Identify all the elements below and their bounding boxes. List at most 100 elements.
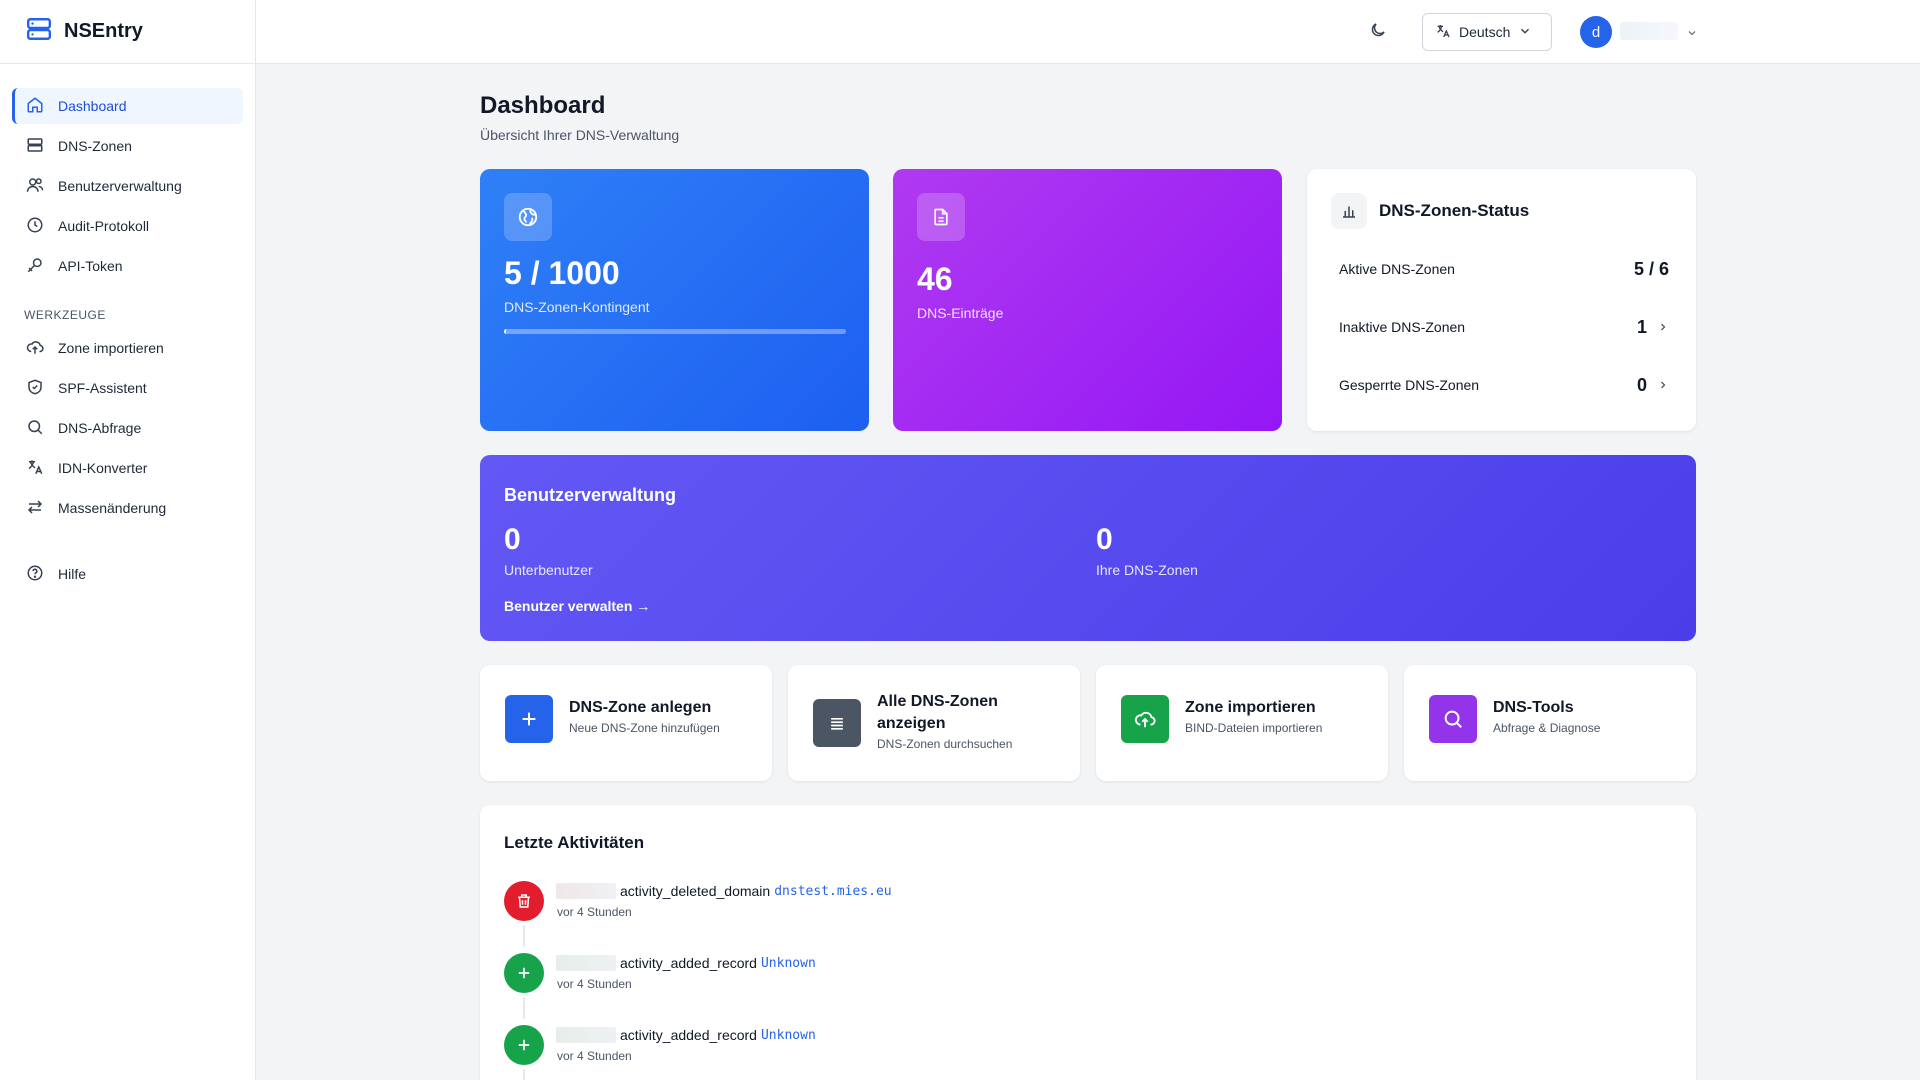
zone-status-card: DNS-Zonen-Status Aktive DNS-Zonen 5 / 6 … <box>1307 169 1696 431</box>
sidebar-item-dns-lookup[interactable]: DNS-Abfrage <box>12 410 243 446</box>
user-name-redacted <box>556 883 616 899</box>
sidebar-item-label: SPF-Assistent <box>58 380 147 396</box>
sidebar-item-label: DNS-Zonen <box>58 138 132 154</box>
sidebar-item-label: DNS-Abfrage <box>58 420 142 436</box>
zone-quota-label: DNS-Zonen-Kontingent <box>504 299 650 315</box>
sidebar-item-zone-import[interactable]: Zone importieren <box>12 330 243 366</box>
theme-toggle-button[interactable] <box>1364 18 1392 46</box>
home-icon <box>26 96 44 117</box>
sidebar-item-label: IDN-Konverter <box>58 460 148 476</box>
search-icon <box>26 418 44 439</box>
zone-quota-progress-fill <box>504 329 506 334</box>
server-icon <box>26 136 44 157</box>
action-subtitle: Neue DNS-Zone hinzufügen <box>569 721 720 735</box>
action-title: DNS-Tools <box>1493 699 1574 716</box>
action-list-zones[interactable]: Alle DNS-Zonen anzeigen DNS-Zonen durchs… <box>788 665 1080 781</box>
subusers-label: Unterbenutzer <box>504 562 593 578</box>
own-zones-label: Ihre DNS-Zonen <box>1096 562 1198 578</box>
translate-icon <box>1435 23 1451 42</box>
users-icon <box>26 176 44 197</box>
plus-icon <box>504 953 544 993</box>
action-import-zone[interactable]: Zone importieren BIND-Dateien importiere… <box>1096 665 1388 781</box>
plus-icon <box>505 695 553 743</box>
sidebar-item-audit-log[interactable]: Audit-Protokoll <box>12 208 243 244</box>
main-nav: Dashboard DNS-Zonen Benutzerverwaltung A… <box>0 64 255 592</box>
user-management-title: Benutzerverwaltung <box>504 485 677 505</box>
clock-icon <box>26 216 44 237</box>
shield-icon <box>26 378 44 399</box>
search-icon <box>1429 695 1477 743</box>
action-title: Alle DNS-Zonen anzeigen <box>877 693 998 732</box>
activity-item: activity_added_record Unknown vor 4 Stun… <box>504 1025 1404 1080</box>
recent-activity-card: Letzte Aktivitäten activity_deleted_doma… <box>480 805 1696 1080</box>
brand-name: NSEntry <box>64 20 143 42</box>
arrows-swap-icon <box>26 498 44 519</box>
activity-target-link[interactable]: dnstest.mies.eu <box>774 884 891 899</box>
sidebar-item-user-management[interactable]: Benutzerverwaltung <box>12 168 243 204</box>
activity-target-link[interactable]: Unknown <box>761 1028 816 1043</box>
chevron-right-icon <box>1657 375 1669 396</box>
zone-quota-progress <box>504 329 846 334</box>
topbar: Deutsch d <box>256 0 1920 64</box>
translate-icon <box>26 458 44 479</box>
activity-action: activity_deleted_domain <box>620 883 771 899</box>
zone-status-value: 5 / 6 <box>1633 258 1669 279</box>
language-label: Deutsch <box>1459 24 1511 40</box>
page-title: Dashboard <box>480 92 606 119</box>
subusers-value: 0 <box>504 523 521 556</box>
activity-action: activity_added_record <box>620 955 757 971</box>
page-subtitle: Übersicht Ihrer DNS-Verwaltung <box>480 127 680 143</box>
sidebar-item-label: Benutzerverwaltung <box>58 178 182 194</box>
brand[interactable]: NSEntry <box>0 0 255 64</box>
action-subtitle: Abfrage & Diagnose <box>1493 721 1601 735</box>
chevron-down-icon <box>1518 24 1532 41</box>
list-icon <box>813 699 861 747</box>
sidebar-item-spf-assistant[interactable]: SPF-Assistent <box>12 370 243 406</box>
action-create-zone[interactable]: DNS-Zone anlegen Neue DNS-Zone hinzufüge… <box>480 665 772 781</box>
sidebar-item-idn-converter[interactable]: IDN-Konverter <box>12 450 243 486</box>
key-icon <box>26 256 44 277</box>
trash-icon <box>504 881 544 921</box>
recent-activity-title: Letzte Aktivitäten <box>504 833 645 852</box>
avatar[interactable]: d <box>1580 16 1612 48</box>
server-icon <box>26 16 52 47</box>
sidebar-item-bulk-change[interactable]: Massenänderung <box>12 490 243 526</box>
sidebar-item-dns-zones[interactable]: DNS-Zonen <box>12 128 243 164</box>
sidebar-item-api-token[interactable]: API-Token <box>12 248 243 284</box>
user-name-redacted[interactable] <box>1620 22 1678 40</box>
zone-status-row-locked[interactable]: Gesperrte DNS-Zonen 0 <box>1339 373 1669 397</box>
zone-status-label: Gesperrte DNS-Zonen <box>1339 377 1480 393</box>
activity-action: activity_added_record <box>620 1027 757 1043</box>
user-management-card: Benutzerverwaltung 0 Unterbenutzer 0 Ihr… <box>480 455 1696 641</box>
action-dns-tools[interactable]: DNS-Tools Abfrage & Diagnose <box>1404 665 1696 781</box>
sidebar-item-dashboard[interactable]: Dashboard <box>12 88 243 124</box>
action-title: DNS-Zone anlegen <box>569 699 712 716</box>
activity-item: activity_added_record Unknown vor 4 Stun… <box>504 953 1404 1019</box>
zone-quota-card: 5 / 1000 DNS-Zonen-Kontingent <box>480 169 869 431</box>
upload-cloud-icon <box>1121 695 1169 743</box>
language-select[interactable]: Deutsch <box>1422 13 1552 51</box>
zone-status-row-inactive[interactable]: Inaktive DNS-Zonen 1 <box>1339 315 1669 339</box>
sidebar-item-label: API-Token <box>58 258 123 274</box>
sidebar-item-help[interactable]: Hilfe <box>12 556 243 592</box>
chevron-down-icon[interactable] <box>1686 26 1698 44</box>
upload-cloud-icon <box>26 338 44 359</box>
zone-status-row-active: Aktive DNS-Zonen 5 / 6 <box>1339 257 1669 281</box>
own-zones-value: 0 <box>1096 523 1113 556</box>
chevron-right-icon <box>1657 317 1669 338</box>
dns-records-label: DNS-Einträge <box>917 305 1004 321</box>
sidebar-item-label: Massenänderung <box>58 500 167 516</box>
activity-target-link[interactable]: Unknown <box>761 956 816 971</box>
action-subtitle: DNS-Zonen durchsuchen <box>877 737 1013 751</box>
tools-section-heading: WERKZEUGE <box>24 308 106 322</box>
activity-time: vor 4 Stunden <box>557 1049 632 1063</box>
file-icon <box>917 193 965 241</box>
globe-icon <box>504 193 552 241</box>
bar-chart-icon <box>1331 193 1367 229</box>
manage-users-link[interactable]: Benutzer verwalten → <box>504 598 650 614</box>
zone-status-label: Aktive DNS-Zonen <box>1339 261 1455 277</box>
activity-time: vor 4 Stunden <box>557 905 632 919</box>
user-name-redacted <box>556 955 616 971</box>
sidebar-item-label: Dashboard <box>58 98 127 114</box>
zone-status-label: Inaktive DNS-Zonen <box>1339 319 1466 335</box>
